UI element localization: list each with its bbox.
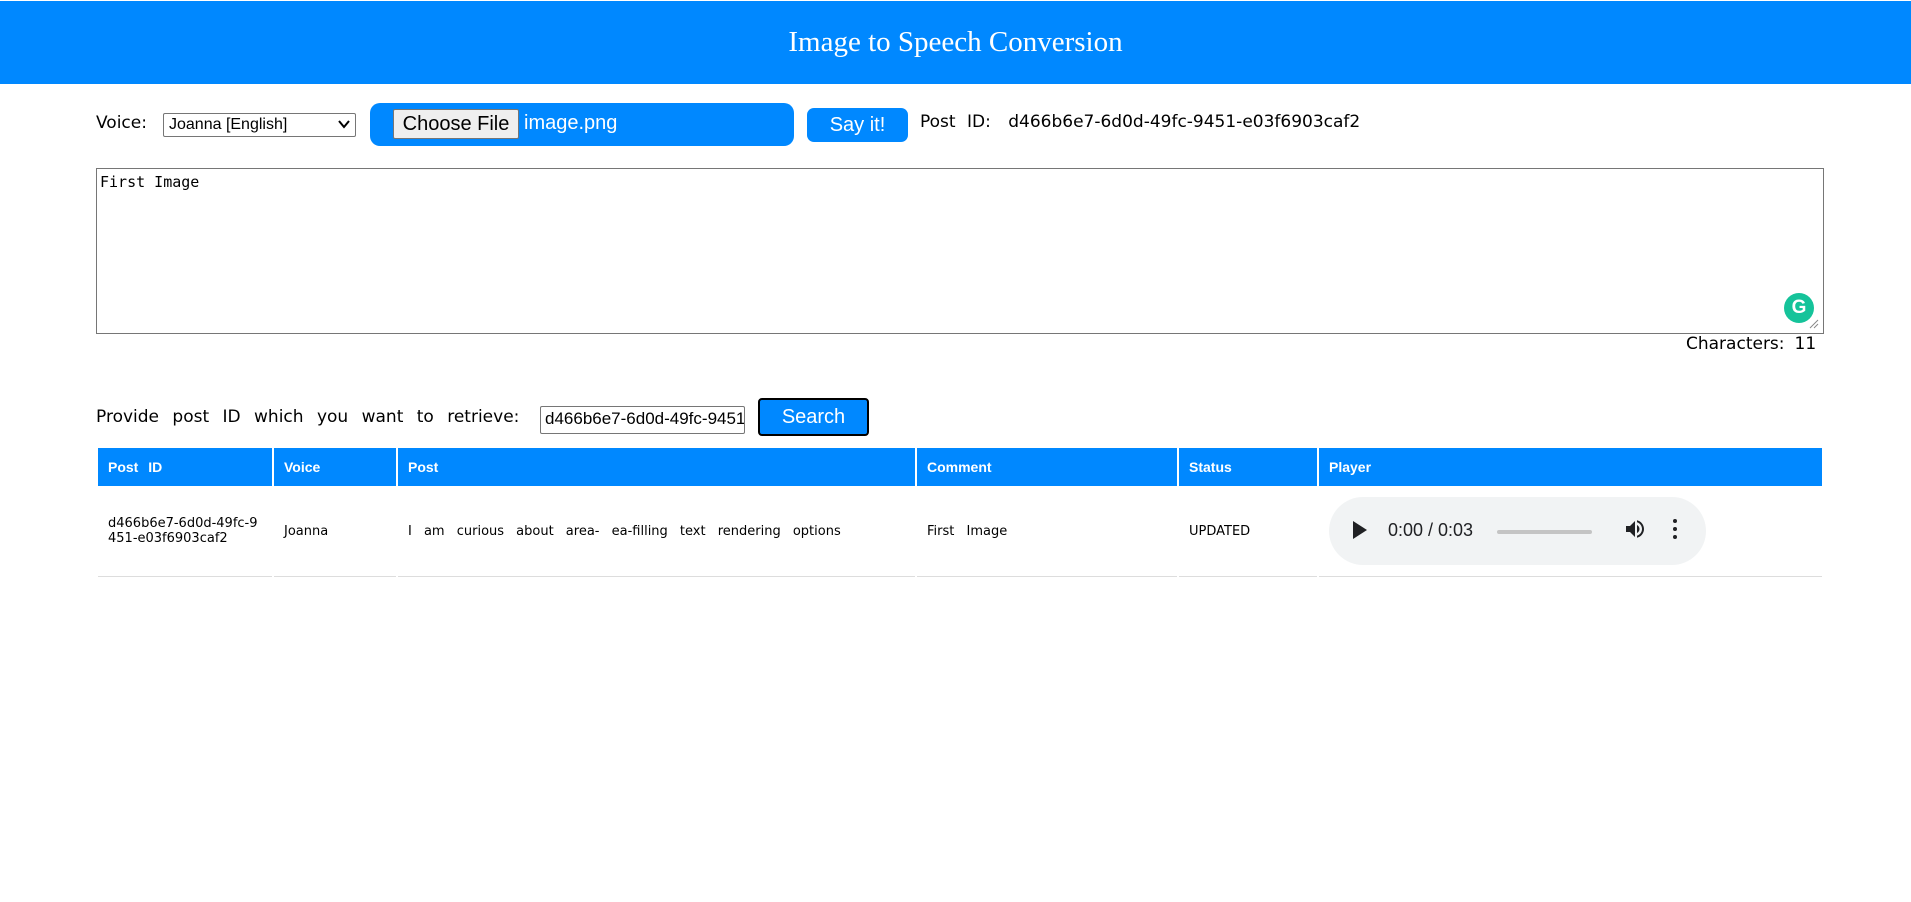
cell-status: UPDATED (1179, 486, 1317, 577)
voice-select-value: Joanna [English] (169, 116, 288, 133)
cell-post-id: d466b6e7-6d0d-49fc-9451-e03f6903caf2 (98, 486, 272, 577)
app-header: Image to Speech Conversion (0, 1, 1911, 84)
column-header-post: Post (398, 448, 915, 486)
audio-time: 0:00 / 0:03 (1388, 520, 1474, 540)
selected-file-name: image.png (524, 112, 618, 134)
cell-post: I am curious about area- ea-filling text… (398, 486, 915, 577)
voice-label: Voice: (96, 113, 147, 133)
audio-player[interactable]: 0:00 / 0:03 (1329, 497, 1706, 565)
column-header-post-id: Post ID (98, 448, 272, 486)
table-header-row: Post ID Voice Post Comment Status Player (98, 448, 1822, 486)
table-row: d466b6e7-6d0d-49fc-9451-e03f6903caf2 Joa… (98, 486, 1822, 577)
character-counter: Characters: 11 (1686, 334, 1816, 354)
choose-file-button[interactable]: Choose File (393, 109, 519, 139)
cell-voice: Joanna (274, 486, 396, 577)
say-it-button[interactable]: Say it! (807, 108, 908, 142)
page-title: Image to Speech Conversion (788, 26, 1123, 58)
column-header-voice: Voice (274, 448, 396, 486)
post-id-display: Post ID: d466b6e7-6d0d-49fc-9451-e03f690… (920, 112, 1360, 132)
characters-count: 11 (1794, 334, 1817, 354)
column-header-comment: Comment (917, 448, 1177, 486)
search-button[interactable]: Search (758, 398, 869, 436)
audio-progress-slider[interactable] (1497, 530, 1592, 534)
chevron-down-icon (338, 117, 350, 134)
post-id-value: d466b6e7-6d0d-49fc-9451-e03f6903caf2 (1008, 112, 1361, 132)
post-id-label: Post ID: (920, 112, 991, 132)
cell-comment: First Image (917, 486, 1177, 577)
results-table: Post ID Voice Post Comment Status Player… (96, 448, 1824, 577)
file-upload-container: Choose File image.png (370, 103, 794, 146)
cell-player: 0:00 / 0:03 (1319, 486, 1822, 577)
more-vert-icon[interactable] (1673, 519, 1677, 543)
retrieve-label: Provide post ID which you want to retrie… (96, 407, 520, 427)
column-header-status: Status (1179, 448, 1317, 486)
characters-label: Characters: (1686, 334, 1785, 354)
column-header-player: Player (1319, 448, 1822, 486)
text-input-area[interactable]: First Image (96, 168, 1824, 334)
post-id-search-input[interactable]: d466b6e7-6d0d-49fc-9451 (540, 406, 745, 434)
resize-handle-icon[interactable] (1809, 318, 1819, 332)
play-icon[interactable] (1353, 521, 1367, 539)
voice-select[interactable]: Joanna [English] (163, 113, 356, 137)
volume-icon[interactable] (1623, 517, 1647, 541)
